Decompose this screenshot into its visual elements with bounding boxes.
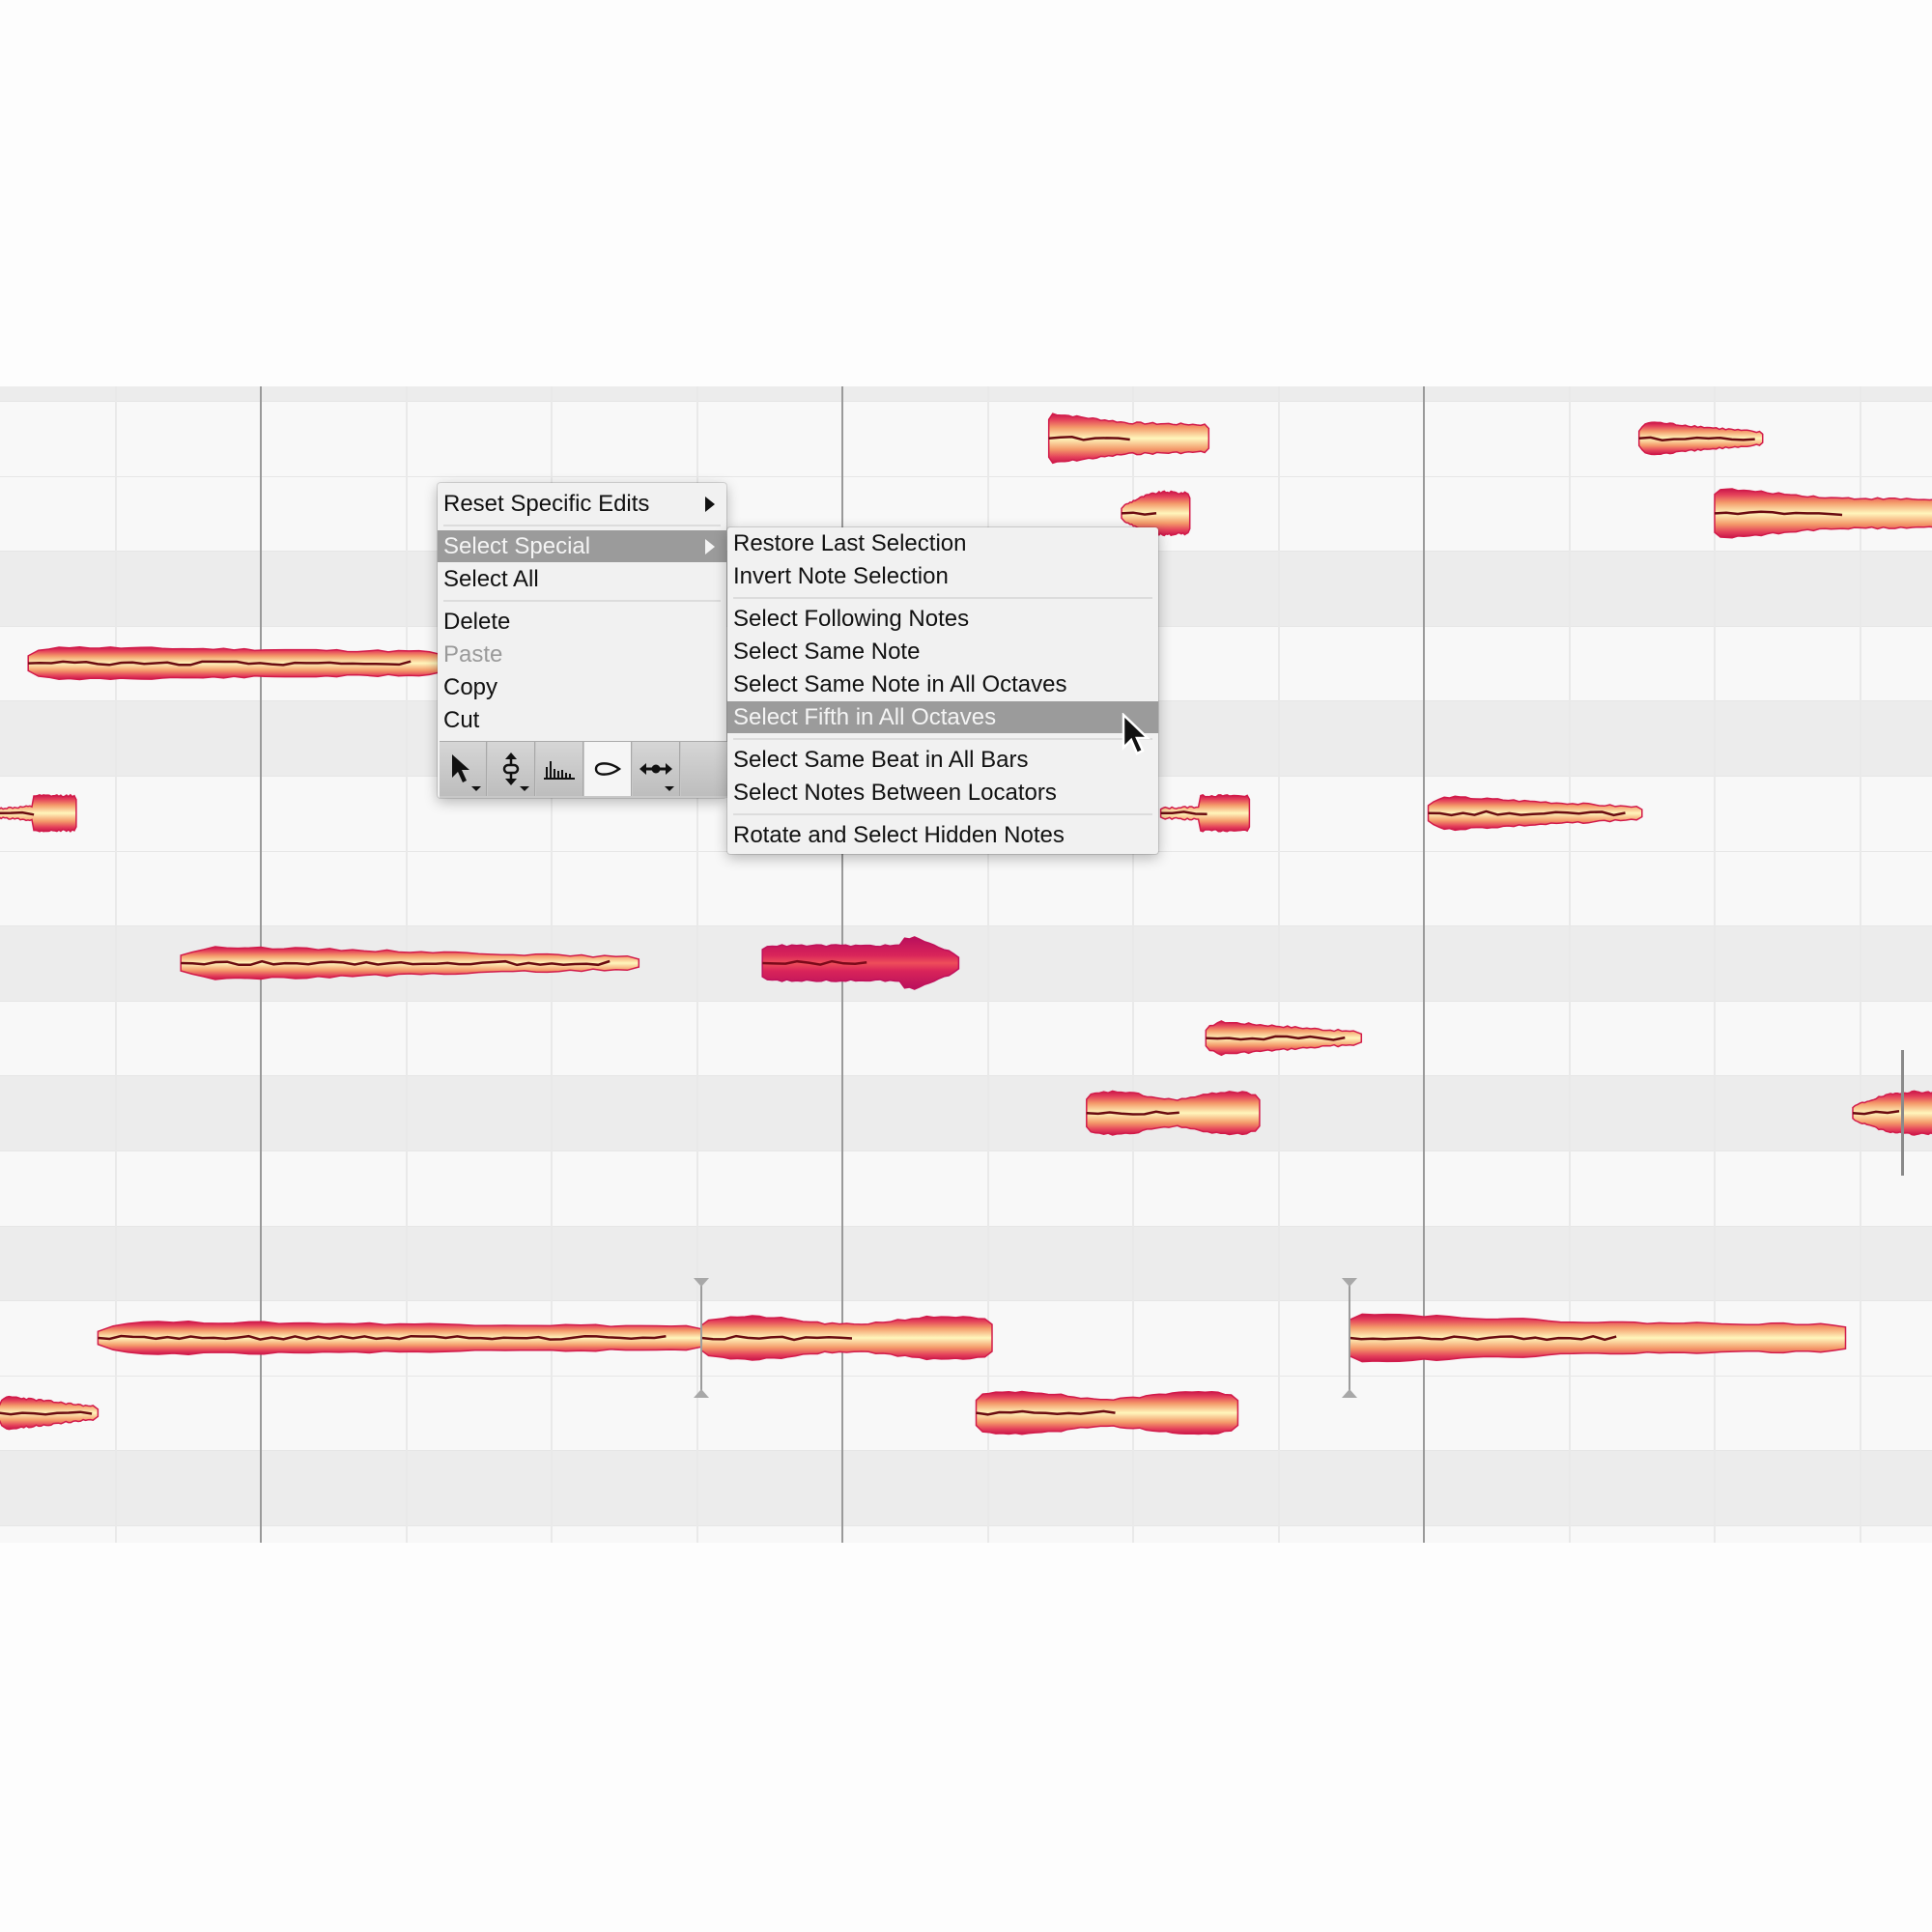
menu-item-label: Select All xyxy=(443,566,539,592)
menu-item-select-notes-between-locators[interactable]: Select Notes Between Locators xyxy=(727,777,1158,809)
menu-item-label: Select Special xyxy=(443,533,591,559)
dropdown-caret-icon xyxy=(665,786,674,791)
menu-item-label: Paste xyxy=(443,641,503,668)
formant-tool-button[interactable] xyxy=(584,742,632,796)
menu-item-select-same-note[interactable]: Select Same Note xyxy=(727,636,1158,668)
note-blob[interactable] xyxy=(180,946,640,980)
menu-item-label: Copy xyxy=(443,674,498,700)
note-blob[interactable] xyxy=(975,1390,1239,1435)
note-blob[interactable] xyxy=(1205,1020,1363,1057)
menu-separator xyxy=(733,738,1152,740)
menu-item-rotate-and-select-hidden-notes[interactable]: Rotate and Select Hidden Notes xyxy=(727,819,1158,851)
time-tool-button[interactable] xyxy=(633,742,680,796)
menu-item-label: Select Notes Between Locators xyxy=(733,780,1057,806)
menu-item-reset-specific-edits[interactable]: Reset Specific Edits xyxy=(438,488,726,520)
menu-item-label: Restore Last Selection xyxy=(733,530,967,556)
note-blob[interactable] xyxy=(1159,793,1251,833)
note-blob[interactable] xyxy=(1047,412,1210,465)
submenu-arrow-icon xyxy=(705,539,715,554)
note-blob-selected[interactable] xyxy=(761,936,960,990)
note-blob[interactable] xyxy=(1349,1313,1847,1363)
note-blob[interactable] xyxy=(1427,795,1643,832)
amplitude-tool-button[interactable] xyxy=(536,742,583,796)
tool-palette xyxy=(440,741,729,798)
mouse-cursor-icon xyxy=(1122,713,1151,755)
formant-tool-icon xyxy=(594,762,622,776)
menu-item-invert-note-selection[interactable]: Invert Note Selection xyxy=(727,560,1158,592)
separator-bottom-icon xyxy=(1342,1389,1358,1398)
note-blob[interactable] xyxy=(1714,488,1932,539)
note-separator-handle[interactable] xyxy=(694,1278,709,1398)
arrow-pointer-icon xyxy=(452,754,469,782)
separator-top-icon xyxy=(694,1278,709,1287)
menu-item-select-following-notes[interactable]: Select Following Notes xyxy=(727,603,1158,635)
menu-item-delete[interactable]: Delete xyxy=(438,606,726,638)
note-blob[interactable] xyxy=(0,793,77,833)
menu-item-cut[interactable]: Cut xyxy=(438,704,726,736)
note-blob[interactable] xyxy=(1637,421,1764,456)
menu-item-label: Rotate and Select Hidden Notes xyxy=(733,822,1065,848)
menu-item-label: Delete xyxy=(443,609,511,635)
menu-item-select-special[interactable]: Select Special xyxy=(438,530,726,562)
time-tool-icon xyxy=(639,763,672,775)
menu-item-label: Select Fifth in All Octaves xyxy=(733,704,997,730)
menu-item-label: Select Following Notes xyxy=(733,606,970,632)
dropdown-caret-icon xyxy=(520,786,529,791)
menu-separator xyxy=(443,525,721,526)
pitch-tool-button[interactable] xyxy=(488,742,535,796)
menu-item-copy[interactable]: Copy xyxy=(438,671,726,703)
note-blob[interactable] xyxy=(97,1320,702,1356)
amplitude-tool-icon xyxy=(544,761,575,780)
separator-top-icon xyxy=(1342,1278,1358,1287)
pitch-tool-icon xyxy=(502,753,520,785)
menu-item-label: Invert Note Selection xyxy=(733,563,949,589)
menu-item-select-fifth-in-all-octaves[interactable]: Select Fifth in All Octaves xyxy=(727,701,1158,733)
main-tool-button[interactable] xyxy=(440,742,487,796)
menu-item-select-all[interactable]: Select All xyxy=(438,563,726,595)
pitch-curve xyxy=(1121,511,1157,516)
separator-bottom-icon xyxy=(694,1389,709,1398)
note-blob[interactable] xyxy=(700,1315,993,1361)
select-special-submenu: Restore Last Selection Invert Note Select… xyxy=(727,527,1158,854)
more-tools-button[interactable] xyxy=(681,742,728,796)
note-blob[interactable] xyxy=(0,1395,99,1431)
menu-item-paste: Paste xyxy=(438,639,726,670)
menu-item-label: Cut xyxy=(443,707,480,733)
note-blob[interactable] xyxy=(1852,1090,1932,1136)
note-blob[interactable] xyxy=(27,645,440,681)
context-menu: Reset Specific Edits Select Special Select… xyxy=(438,483,729,798)
menu-item-select-same-note-in-all-octaves[interactable]: Select Same Note in All Octaves xyxy=(727,668,1158,700)
menu-separator xyxy=(733,597,1152,599)
note-separator-line[interactable] xyxy=(1900,1050,1904,1177)
note-blob[interactable] xyxy=(1086,1090,1261,1136)
menu-item-label: Select Same Note in All Octaves xyxy=(733,671,1067,697)
menu-separator xyxy=(733,813,1152,815)
submenu-arrow-icon xyxy=(705,497,715,512)
note-separator-handle[interactable] xyxy=(1342,1278,1358,1398)
menu-item-select-same-beat-in-all-bars[interactable]: Select Same Beat in All Bars xyxy=(727,744,1158,776)
menu-item-restore-last-selection[interactable]: Restore Last Selection xyxy=(727,527,1158,559)
menu-item-label: Select Same Note xyxy=(733,639,921,665)
menu-item-label: Select Same Beat in All Bars xyxy=(733,747,1029,773)
menu-item-label: Reset Specific Edits xyxy=(443,491,650,517)
menu-separator xyxy=(443,600,721,602)
dropdown-caret-icon xyxy=(471,786,481,791)
